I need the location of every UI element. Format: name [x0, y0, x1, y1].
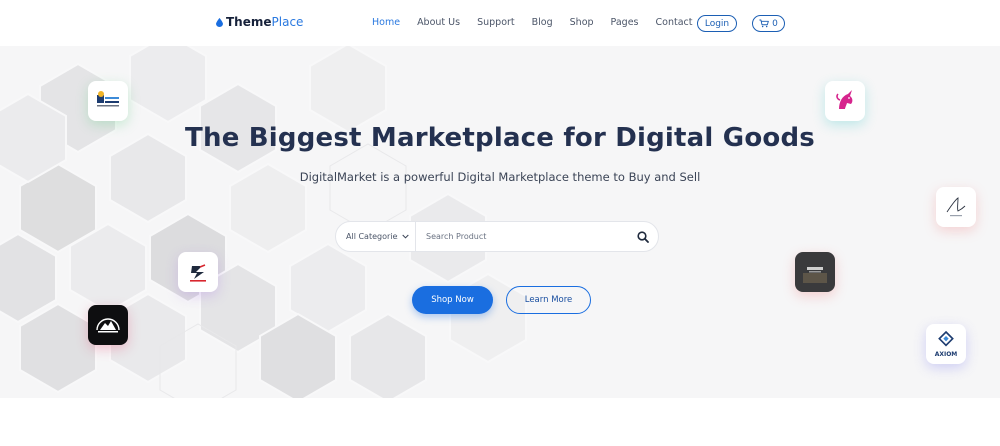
signature-logo-icon [946, 197, 966, 217]
brand-badge-solar[interactable] [88, 81, 128, 121]
main-nav: Home About Us Support Blog Shop Pages Co… [372, 17, 709, 28]
hero-section: The Biggest Marketplace for Digital Good… [0, 46, 1000, 398]
brand-badge-mountain[interactable] [88, 305, 128, 345]
hero-title: The Biggest Marketplace for Digital Good… [185, 123, 815, 153]
photo-logo-icon [800, 257, 830, 287]
nav-pages[interactable]: Pages [611, 17, 639, 28]
drop-icon [216, 17, 223, 27]
mountain-logo-icon [96, 318, 120, 333]
nav-contact[interactable]: Contact [656, 17, 693, 28]
search-icon[interactable] [637, 230, 649, 243]
cart-icon [759, 19, 769, 28]
site-logo[interactable]: Theme Place [216, 15, 303, 29]
logo-text-primary: Theme [226, 15, 272, 29]
category-select-value: All Categories [346, 232, 398, 241]
hero-subtitle: DigitalMarket is a powerful Digital Mark… [299, 170, 701, 184]
cart-count: 0 [772, 18, 778, 29]
cart-button[interactable]: 0 [752, 15, 785, 32]
page-bottom-area [0, 398, 1000, 446]
brand-badge-unicorn[interactable] [825, 81, 865, 121]
nav-home[interactable]: Home [372, 17, 400, 28]
unicorn-logo-icon [836, 90, 853, 109]
chevron-down-icon [402, 234, 409, 239]
nav-about-us[interactable]: About Us [417, 17, 460, 28]
brand-badge-photo[interactable] [795, 252, 835, 292]
brand-badge-signature[interactable] [936, 187, 976, 227]
brand-badge-sports[interactable] [178, 252, 218, 292]
category-select[interactable]: All Categories [336, 222, 416, 251]
login-button[interactable]: Login [697, 15, 737, 32]
learn-more-button[interactable]: Learn More [506, 286, 591, 314]
axiom-logo-text: AXIOM [934, 351, 958, 358]
axiom-logo-icon [938, 330, 954, 347]
brand-badge-axiom[interactable]: AXIOM [926, 324, 966, 364]
nav-shop[interactable]: Shop [570, 17, 594, 28]
product-search-bar: All Categories [335, 221, 659, 252]
nav-blog[interactable]: Blog [532, 17, 553, 28]
logo-text-accent: Place [271, 15, 304, 29]
shop-now-button[interactable]: Shop Now [412, 286, 493, 314]
solar-logo-icon [97, 91, 119, 107]
sports-logo-icon [190, 264, 206, 282]
site-header: Theme Place Home About Us Support Blog Sh… [0, 0, 1000, 46]
nav-support[interactable]: Support [477, 17, 515, 28]
search-input[interactable] [416, 222, 637, 251]
